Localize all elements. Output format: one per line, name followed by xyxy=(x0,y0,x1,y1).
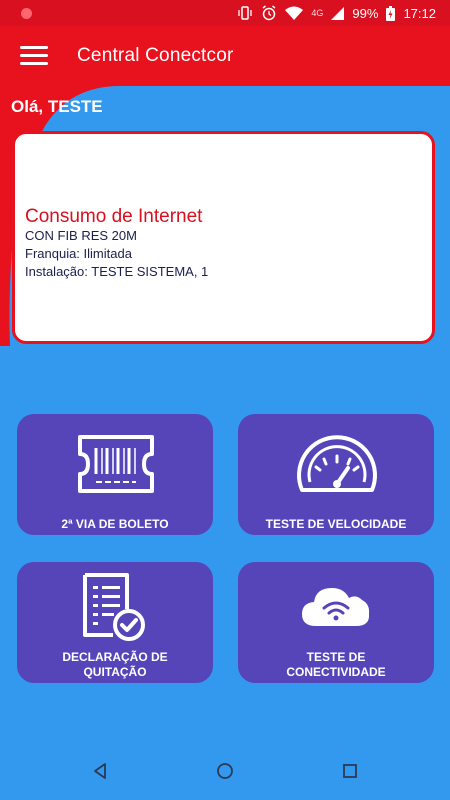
card-title: Consumo de Internet xyxy=(25,206,203,227)
plan-name: CON FIB RES 20M xyxy=(25,228,137,243)
connectivity-test-button[interactable]: TESTE DE CONECTIVIDADE xyxy=(238,562,434,683)
recents-icon[interactable] xyxy=(342,762,358,780)
boleto-label: 2ª VIA DE BOLETO xyxy=(61,517,169,531)
speed-test-button[interactable]: TESTE DE VELOCIDADE xyxy=(238,414,434,535)
discharge-label-line2: QUITAÇÃO xyxy=(83,665,147,679)
internet-consumption-card[interactable]: Consumo de Internet CON FIB RES 20M Fran… xyxy=(12,131,435,344)
clock: 17:12 xyxy=(403,5,436,21)
status-bar: 4G 99% 17:12 xyxy=(0,0,450,26)
system-nav-bar xyxy=(0,748,450,800)
greeting-text: Olá, TESTE xyxy=(11,97,103,116)
installation-text: Instalação: TESTE SISTEMA, 1 xyxy=(25,264,209,279)
franchise-text: Franquia: Ilimitada xyxy=(25,246,132,261)
barcode-ticket-icon xyxy=(78,435,154,493)
signal-icon xyxy=(331,6,345,20)
app-bar: Central Conectcor xyxy=(0,26,450,86)
boleto-button[interactable]: 2ª VIA DE BOLETO xyxy=(17,414,213,535)
speed-test-label: TESTE DE VELOCIDADE xyxy=(265,517,407,531)
battery-charging-icon xyxy=(386,5,396,21)
speedometer-icon xyxy=(297,435,377,492)
wifi-icon xyxy=(285,6,304,20)
connectivity-label-line2: CONECTIVIDADE xyxy=(286,665,386,679)
cloud-wifi-icon xyxy=(302,588,370,626)
vibrate-icon xyxy=(238,6,253,20)
connectivity-label-line1: TESTE DE xyxy=(306,650,366,664)
notification-dot-icon xyxy=(21,8,32,19)
hamburger-menu-icon[interactable] xyxy=(20,44,50,68)
network-type: 4G xyxy=(311,8,324,18)
back-icon[interactable] xyxy=(92,762,108,780)
app-title: Central Conectcor xyxy=(77,45,234,66)
alarm-icon xyxy=(262,5,276,21)
battery-percent: 99% xyxy=(352,5,379,21)
document-check-icon xyxy=(83,573,145,641)
home-icon[interactable] xyxy=(216,762,234,780)
discharge-label-line1: DECLARAÇÃO DE xyxy=(62,650,168,664)
status-icons: 4G 99% 17:12 xyxy=(237,0,436,26)
discharge-declaration-button[interactable]: DECLARAÇÃO DE QUITAÇÃO xyxy=(17,562,213,683)
